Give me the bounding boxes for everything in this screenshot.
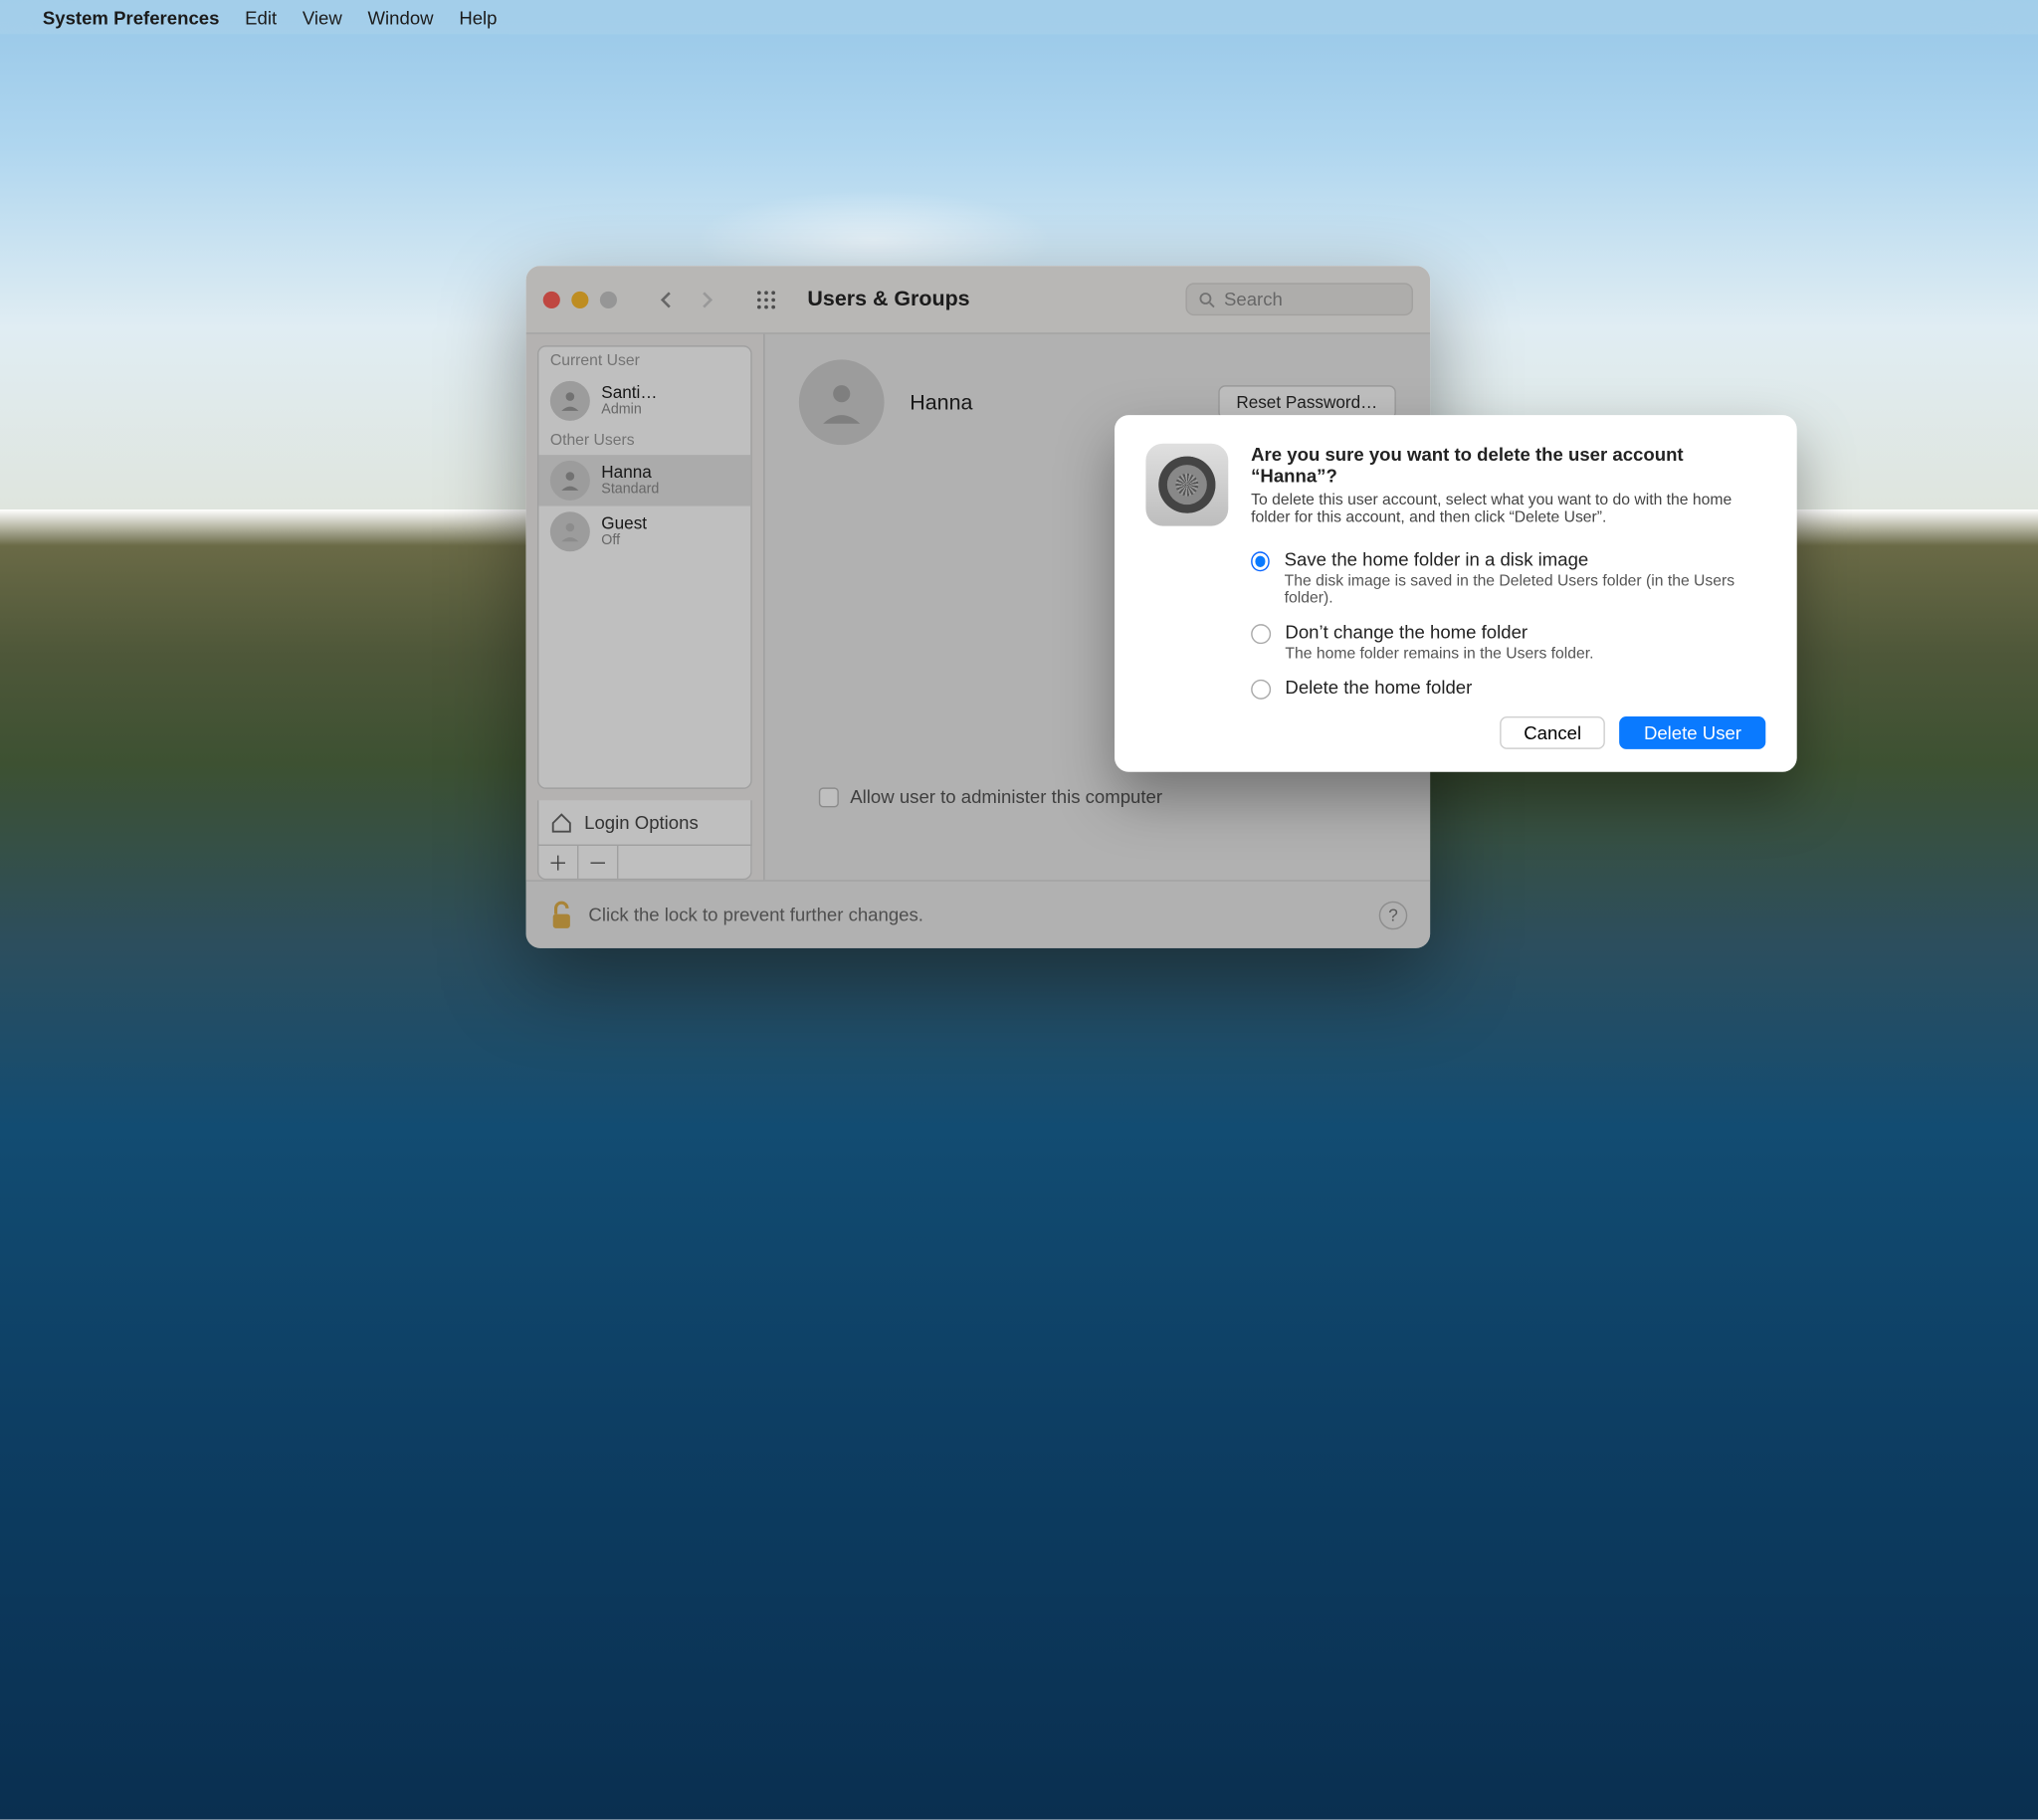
sidebar-user-guest[interactable]: GuestOff	[538, 506, 750, 557]
search-input[interactable]: Search	[1185, 283, 1413, 315]
sidebar-user-role: Standard	[601, 482, 659, 498]
dialog-description: To delete this user account, select what…	[1251, 492, 1765, 525]
sidebar-user-name: Hanna	[601, 464, 659, 483]
users-sidebar: Current User Santi…Admin Other Users Han…	[526, 334, 765, 881]
lock-help-text: Click the lock to prevent further change…	[588, 905, 923, 925]
gear-icon	[1158, 457, 1215, 513]
search-placeholder: Search	[1224, 289, 1283, 309]
avatar-icon	[550, 461, 590, 501]
sidebar-header-other: Other Users	[538, 427, 750, 456]
zoom-window-button[interactable]	[600, 291, 617, 307]
delete-user-button[interactable]: Delete User	[1620, 716, 1766, 749]
dialog-title: Are you sure you want to delete the user…	[1251, 444, 1765, 487]
window-toolbar: Users & Groups Search	[526, 266, 1431, 334]
option-label: Delete the home folder	[1285, 677, 1472, 698]
nav-back-button[interactable]	[648, 284, 685, 314]
remove-user-button[interactable]: －	[578, 846, 618, 879]
sidebar-user-current[interactable]: Santi…Admin	[538, 375, 750, 426]
administer-checkbox-label: Allow user to administer this computer	[850, 786, 1162, 807]
minimize-window-button[interactable]	[571, 291, 588, 307]
menu-bar: System Preferences Edit View Window Help…	[0, 0, 2038, 34]
avatar-icon	[550, 511, 590, 551]
radio-save-disk-image[interactable]	[1251, 551, 1270, 571]
option-dont-change[interactable]: Don’t change the home folder The home fo…	[1251, 621, 1765, 662]
option-sublabel: The disk image is saved in the Deleted U…	[1285, 573, 1766, 607]
option-save-disk-image[interactable]: Save the home folder in a disk image The…	[1251, 548, 1765, 607]
radio-delete-home[interactable]	[1251, 680, 1271, 700]
menu-window[interactable]: Window	[368, 6, 434, 27]
nav-forward-button[interactable]	[688, 284, 724, 314]
sidebar-user-name: Guest	[601, 514, 647, 533]
selected-user-name: Hanna	[910, 390, 1192, 414]
close-window-button[interactable]	[543, 291, 560, 307]
login-options-button[interactable]: Login Options	[537, 800, 752, 846]
sidebar-user-hanna[interactable]: HannaStandard	[538, 455, 750, 506]
search-icon	[1198, 291, 1215, 307]
show-all-button[interactable]	[747, 284, 784, 314]
cancel-button[interactable]: Cancel	[1500, 716, 1605, 749]
delete-user-dialog: Are you sure you want to delete the user…	[1115, 415, 1797, 772]
menu-edit[interactable]: Edit	[245, 6, 277, 27]
option-delete-home[interactable]: Delete the home folder	[1251, 677, 1765, 700]
house-icon	[550, 811, 573, 834]
administer-checkbox[interactable]	[819, 787, 839, 807]
pane-title: Users & Groups	[807, 288, 969, 311]
sidebar-user-role: Admin	[601, 402, 657, 418]
option-label: Don’t change the home folder	[1285, 621, 1593, 642]
avatar-icon	[550, 381, 590, 421]
login-options-label: Login Options	[584, 812, 699, 833]
system-preferences-app-icon	[1145, 444, 1228, 526]
help-button[interactable]: ?	[1379, 901, 1408, 929]
user-avatar[interactable]	[799, 359, 885, 445]
option-sublabel: The home folder remains in the Users fol…	[1285, 646, 1593, 663]
sidebar-header-current: Current User	[538, 347, 750, 376]
traffic-lights	[543, 291, 617, 307]
app-menu[interactable]: System Preferences	[43, 6, 220, 27]
option-label: Save the home folder in a disk image	[1285, 548, 1766, 569]
radio-dont-change[interactable]	[1251, 624, 1271, 644]
add-user-button[interactable]: ＋	[538, 846, 578, 879]
menu-view[interactable]: View	[303, 6, 342, 27]
window-footer: Click the lock to prevent further change…	[526, 880, 1431, 948]
unlock-icon[interactable]	[548, 900, 574, 930]
sidebar-user-name: Santi…	[601, 384, 657, 403]
menu-help[interactable]: Help	[459, 6, 497, 27]
sidebar-user-role: Off	[601, 533, 647, 549]
